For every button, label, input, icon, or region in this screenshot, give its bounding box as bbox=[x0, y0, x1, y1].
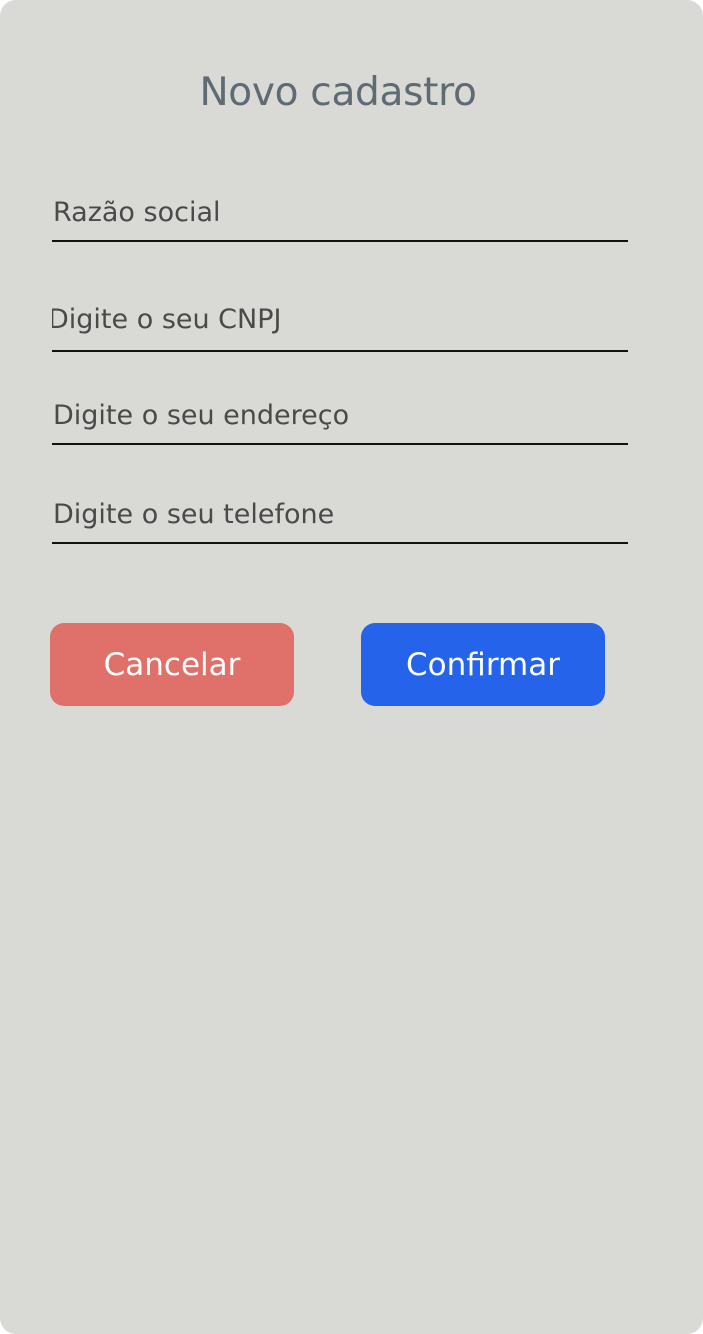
confirm-button[interactable]: Confirmar bbox=[361, 623, 605, 706]
phone-input[interactable] bbox=[52, 486, 628, 544]
address-input[interactable] bbox=[52, 388, 628, 445]
page-title: Novo cadastro bbox=[199, 70, 477, 115]
registration-screen: Novo cadastro Cancelar Confirmar bbox=[0, 0, 703, 1334]
cnpj-input[interactable] bbox=[52, 288, 628, 352]
company-name-input[interactable] bbox=[52, 185, 628, 242]
cancel-button[interactable]: Cancelar bbox=[50, 623, 294, 706]
